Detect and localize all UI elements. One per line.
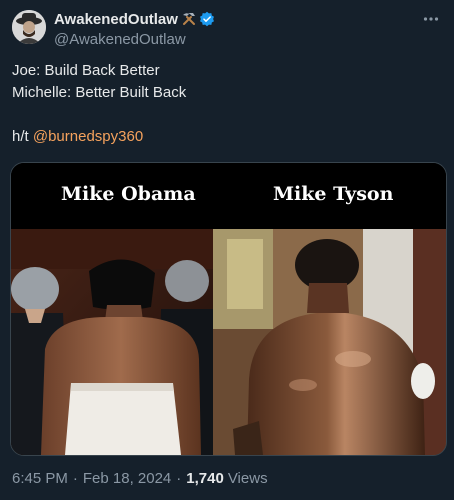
handle[interactable]: @AwakenedOutlaw	[54, 31, 215, 48]
right-photo	[213, 229, 446, 455]
meta-separator: ·	[176, 470, 182, 487]
hammer-pick-icon	[181, 11, 197, 27]
display-name[interactable]: AwakenedOutlaw	[54, 11, 178, 28]
avatar[interactable]	[12, 10, 46, 44]
tweet-header: AwakenedOutlaw @AwakenedOutlaw	[54, 10, 215, 48]
tweet-line-1: Joe: Build Back Better	[12, 62, 160, 79]
tweet-time[interactable]: 6:45 PM	[12, 470, 68, 487]
more-options-icon[interactable]	[420, 8, 442, 30]
name-row: AwakenedOutlaw	[54, 10, 215, 28]
tweet-media[interactable]: Mike Obama Mike Tyson	[10, 162, 447, 456]
tweet: AwakenedOutlaw @AwakenedOutlaw Joe: Buil…	[0, 0, 454, 500]
meta-separator: ·	[72, 470, 78, 487]
avatar-image	[12, 10, 46, 44]
views-count: 1,740	[186, 470, 224, 487]
tweet-date[interactable]: Feb 18, 2024	[83, 470, 171, 487]
tweet-text: Joe: Build Back Better Michelle: Better …	[12, 60, 186, 148]
mention-link[interactable]: @burnedspy360	[33, 128, 143, 145]
tweet-meta: 6:45 PM · Feb 18, 2024 · 1,740 Views	[12, 470, 268, 487]
left-caption: Mike Obama	[61, 183, 196, 205]
left-photo	[11, 229, 213, 455]
verified-badge-icon	[199, 11, 215, 27]
ht-prefix: h/t	[12, 128, 33, 145]
tweet-ht-line: h/t @burnedspy360	[12, 126, 186, 148]
views-label: Views	[227, 470, 268, 487]
tweet-line-2: Michelle: Better Built Back	[12, 84, 187, 101]
right-caption: Mike Tyson	[273, 183, 394, 205]
